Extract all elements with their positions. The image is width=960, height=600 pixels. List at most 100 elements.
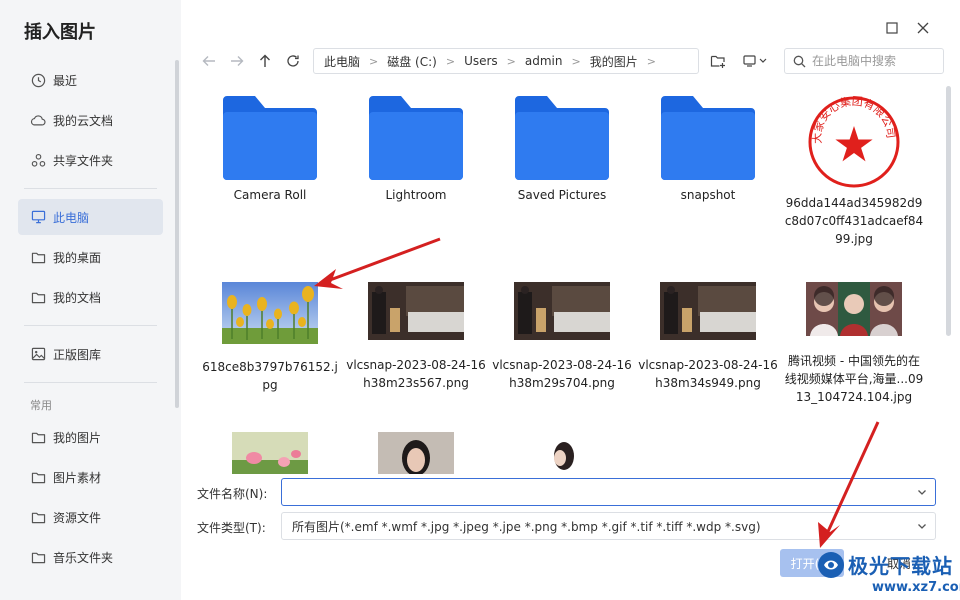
- arrow-left-icon: [202, 56, 215, 66]
- file-name: Saved Pictures: [517, 188, 607, 202]
- file-name: vlcsnap-2023-08-24-16h38m34s949.png: [638, 358, 778, 390]
- breadcrumb-item[interactable]: 我的图片: [590, 53, 638, 70]
- search-box: [784, 48, 944, 74]
- image-item[interactable]: vlcsnap-2023-08-24-16h38m29s704.png: [492, 282, 632, 392]
- close-icon: [917, 22, 929, 34]
- new-folder-button[interactable]: [707, 50, 729, 72]
- file-name: vlcsnap-2023-08-24-16h38m29s704.png: [492, 358, 632, 390]
- folder-item[interactable]: Lightroom: [346, 94, 486, 204]
- filetype-select[interactable]: 所有图片(*.emf *.wmf *.jpg *.jpeg *.jpe *.pn…: [281, 512, 936, 540]
- sidebar-item-label: 资源文件: [53, 510, 102, 525]
- sidebar-item-label: 我的云文档: [53, 113, 114, 128]
- search-input[interactable]: [812, 54, 937, 68]
- sidebar-scrollbar[interactable]: [175, 60, 179, 408]
- file-name: 618ce8b3797b76152.jpg: [202, 360, 338, 392]
- computer-icon: [30, 209, 46, 225]
- tulips-image: [222, 282, 318, 344]
- maximize-button[interactable]: [882, 18, 902, 38]
- sidebar-item-label: 最近: [53, 73, 78, 88]
- bedroom-image: [368, 282, 464, 340]
- forward-button[interactable]: [226, 50, 248, 72]
- bedroom-image: [660, 282, 756, 340]
- sidebar-item-desktop[interactable]: 我的桌面: [18, 239, 163, 275]
- clock-icon: [30, 72, 46, 88]
- image-item[interactable]: [346, 432, 486, 474]
- cloud-icon: [30, 112, 46, 128]
- image-item[interactable]: 腾讯视频 - 中国领先的在线视频媒体平台,海量...0913_104724.10…: [784, 282, 924, 406]
- file-grid: Camera Roll Lightroom Saved Pictures sna…: [190, 82, 944, 474]
- refresh-button[interactable]: [282, 50, 304, 72]
- sidebar-item-label: 正版图库: [53, 347, 102, 362]
- sidebar: 插入图片 最近 我的云文档 共享文件夹 此电脑 我的桌面 我的文档 正版图库 常…: [0, 0, 181, 600]
- image-item[interactable]: [492, 432, 632, 474]
- sidebar-item-label: 我的文档: [53, 290, 102, 305]
- image-item[interactable]: vlcsnap-2023-08-24-16h38m34s949.png: [638, 282, 778, 392]
- folder-item[interactable]: Saved Pictures: [492, 94, 632, 204]
- sidebar-item-label: 音乐文件夹: [53, 550, 114, 565]
- sidebar-section-label: 常用: [30, 399, 52, 412]
- breadcrumb: 此电脑 > 磁盘 (C:) > Users > admin > 我的图片 >: [313, 48, 699, 74]
- sidebar-item-image-assets[interactable]: 图片素材: [18, 459, 163, 495]
- folder-item[interactable]: Camera Roll: [200, 94, 340, 204]
- view-mode-button[interactable]: [740, 50, 772, 72]
- bedroom-image: [514, 282, 610, 340]
- chevron-down-icon: [918, 524, 926, 529]
- sidebar-divider: [24, 188, 157, 189]
- sidebar-item-label: 图片素材: [53, 470, 102, 485]
- file-name: snapshot: [680, 188, 736, 202]
- image-library-icon: [30, 346, 46, 362]
- sidebar-divider: [24, 325, 157, 326]
- folder-item[interactable]: snapshot: [638, 94, 778, 204]
- people-image: [806, 282, 902, 336]
- share-icon: [30, 152, 46, 168]
- image-item[interactable]: [200, 432, 340, 474]
- sidebar-item-shared-folder[interactable]: 共享文件夹: [18, 142, 163, 178]
- breadcrumb-item[interactable]: admin: [525, 54, 563, 68]
- arrow-right-icon: [231, 56, 244, 66]
- back-button[interactable]: [198, 50, 220, 72]
- chevron-right-icon: >: [369, 54, 379, 68]
- folder-icon: [223, 96, 317, 180]
- close-button[interactable]: [913, 18, 933, 38]
- folder-icon: [515, 96, 609, 180]
- search-icon: [793, 55, 806, 67]
- lotus-image: [232, 432, 308, 474]
- folder-icon: [30, 429, 46, 445]
- sidebar-item-label: 共享文件夹: [53, 153, 114, 168]
- breadcrumb-item[interactable]: Users: [464, 54, 498, 68]
- figure-image: [532, 432, 592, 474]
- watermark-url: www.xz7.com: [872, 580, 960, 595]
- sidebar-item-label: 此电脑: [53, 210, 90, 225]
- up-button[interactable]: [254, 50, 276, 72]
- sidebar-item-my-pictures[interactable]: 我的图片: [18, 419, 163, 455]
- breadcrumb-item[interactable]: 此电脑: [324, 53, 360, 70]
- portrait-image: [378, 432, 454, 474]
- refresh-icon: [287, 55, 299, 67]
- sidebar-item-documents[interactable]: 我的文档: [18, 279, 163, 315]
- watermark-name: 极光下载站: [848, 554, 953, 578]
- sidebar-item-resources[interactable]: 资源文件: [18, 499, 163, 535]
- image-item[interactable]: 618ce8b3797b76152.jpg: [200, 282, 340, 394]
- file-name: 96dda144ad345982d9c8d07c0ff431adcaef8499…: [784, 196, 924, 246]
- chevron-right-icon: >: [445, 54, 456, 68]
- file-area-scrollbar[interactable]: [946, 86, 951, 336]
- folder-icon: [30, 249, 46, 265]
- sidebar-item-cloud-docs[interactable]: 我的云文档: [18, 102, 163, 138]
- view-mode-icon: [743, 55, 767, 67]
- folder-icon: [30, 469, 46, 485]
- folder-icon: [30, 549, 46, 565]
- sidebar-item-image-library[interactable]: 正版图库: [18, 336, 163, 372]
- watermark: 极光下载站 www.xz7.com: [808, 546, 960, 600]
- filename-input[interactable]: [292, 485, 902, 499]
- breadcrumb-item[interactable]: 磁盘 (C:): [387, 53, 437, 70]
- sidebar-item-music[interactable]: 音乐文件夹: [18, 539, 163, 575]
- watermark-logo: [818, 552, 844, 578]
- chevron-down-icon[interactable]: [917, 487, 927, 497]
- sidebar-item-recent[interactable]: 最近: [18, 62, 163, 98]
- chevron-right-icon: >: [571, 54, 581, 68]
- sidebar-item-this-pc[interactable]: 此电脑: [18, 199, 163, 235]
- seal-image: 大家安心集团有限公司: [808, 94, 900, 188]
- image-item[interactable]: vlcsnap-2023-08-24-16h38m23s567.png: [346, 282, 486, 392]
- folder-icon: [369, 96, 463, 180]
- image-item[interactable]: 大家安心集团有限公司 96dda144ad345982d9c8d07c0ff43…: [784, 94, 924, 248]
